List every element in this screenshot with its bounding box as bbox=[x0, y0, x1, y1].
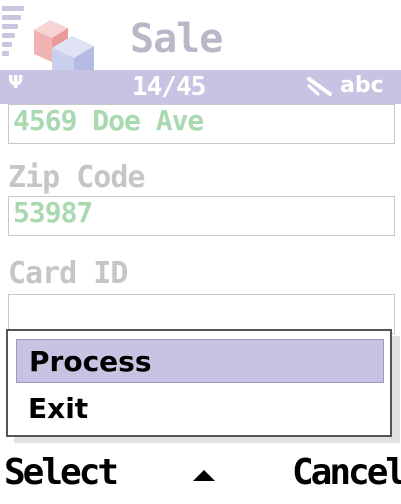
card-id-field[interactable] bbox=[8, 294, 395, 334]
select-softkey[interactable]: Select bbox=[4, 452, 119, 493]
app-title: Sale bbox=[130, 16, 223, 62]
address-field[interactable]: 4569 Doe Ave bbox=[8, 104, 395, 144]
pen-icon bbox=[307, 77, 332, 96]
address-value: 4569 Doe Ave bbox=[13, 104, 204, 137]
menu-shadow-bottom bbox=[14, 437, 400, 443]
zip-code-field[interactable]: 53987 bbox=[8, 196, 395, 236]
zip-code-label: Zip Code bbox=[8, 160, 145, 195]
menu-item-exit[interactable]: Exit bbox=[16, 387, 384, 431]
options-menu: Process Exit bbox=[6, 329, 392, 437]
zip-code-value: 53987 bbox=[13, 196, 93, 229]
antenna-icon: Ψ bbox=[8, 72, 24, 93]
up-arrow-icon[interactable] bbox=[193, 470, 215, 481]
card-id-label: Card ID bbox=[8, 256, 128, 291]
app-header: Sale bbox=[0, 0, 401, 82]
cancel-softkey[interactable]: Cancel bbox=[292, 452, 401, 493]
phone-screen: Sale Ψ 14/45 abc 4569 Doe Ave Zip Code 5… bbox=[0, 0, 401, 504]
input-mode-indicator: abc bbox=[340, 73, 384, 98]
field-counter: 14/45 bbox=[132, 72, 206, 102]
menu-item-process[interactable]: Process bbox=[16, 339, 384, 383]
menu-shadow bbox=[392, 336, 400, 440]
signal-strength-icon bbox=[2, 6, 24, 70]
